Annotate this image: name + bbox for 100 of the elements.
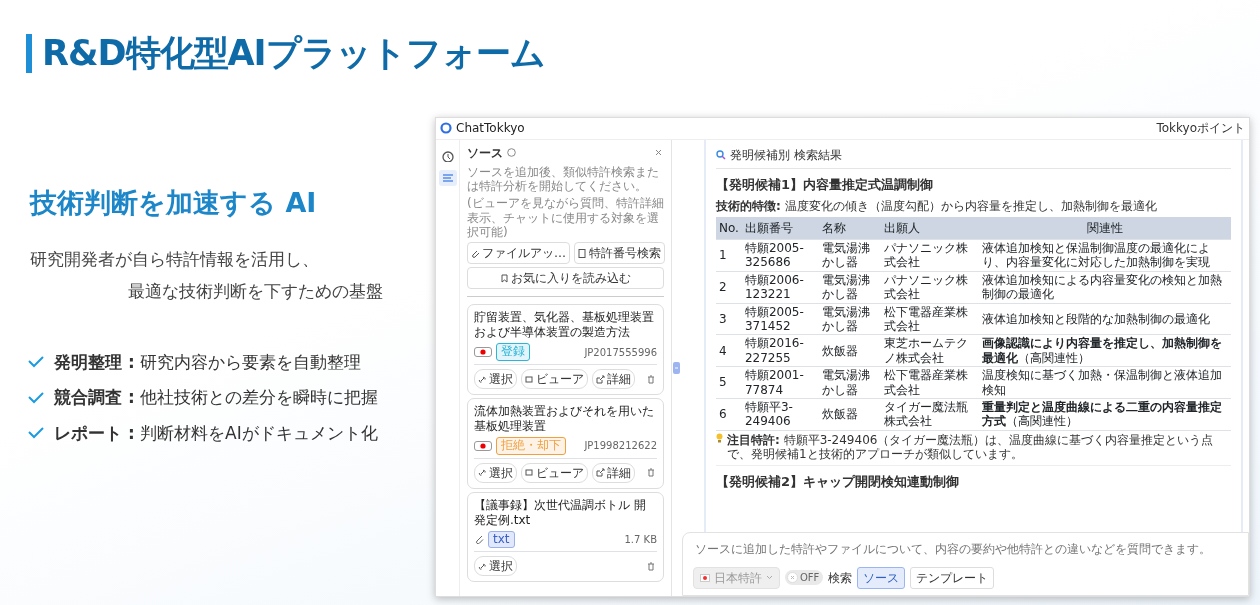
bookmark-icon bbox=[500, 273, 508, 283]
table-cell: 液体追加検知による内容量変化の検知と加熱制御の最適化 bbox=[978, 271, 1231, 304]
panel-title: ソース bbox=[467, 144, 503, 162]
points-label: Tokkyoポイント bbox=[1156, 120, 1245, 137]
check-icon bbox=[28, 356, 44, 369]
select-button[interactable]: 選択 bbox=[474, 369, 517, 390]
search-toggle[interactable]: OFF bbox=[785, 570, 824, 585]
external-link-icon bbox=[596, 468, 605, 478]
history-icon bbox=[440, 149, 455, 162]
details-button[interactable]: 詳細 bbox=[592, 369, 635, 390]
sources-button[interactable] bbox=[438, 169, 457, 186]
column-header: No. bbox=[716, 217, 742, 240]
hint-text: (ビューアを見ながら質問、特許詳細表示、チャットに使用する対象を選択可能) bbox=[467, 196, 664, 240]
source-card[interactable]: 流体加熱装置およびそれを用いた基板処理装置 拒絶・却下 JP1998212622 選択 ビューア 詳細 bbox=[467, 398, 664, 489]
table-cell: 電気湯沸かし器 bbox=[819, 366, 881, 399]
table-cell: 特願2005-371452 bbox=[741, 303, 820, 335]
candidate-heading: 【発明候補1】内容量推定式温調制御 bbox=[716, 175, 935, 194]
check-icon bbox=[28, 427, 44, 440]
table-cell: 電気湯沸かし器 bbox=[819, 303, 881, 335]
delete-button[interactable] bbox=[645, 466, 657, 480]
column-header: 出願人 bbox=[880, 217, 979, 240]
status-tag: 登録 bbox=[496, 343, 530, 362]
toggle-label: 検索 bbox=[828, 569, 853, 587]
logo-icon bbox=[440, 122, 452, 134]
feature-text: 技術的特徴: 温度変化の傾き（温度勾配）から内容量を推定し、加熱制御を最適化 bbox=[716, 198, 1158, 215]
select-button[interactable]: 選択 bbox=[474, 556, 517, 577]
table-cell: 2 bbox=[716, 271, 742, 304]
source-card[interactable]: 【議事録】次世代温調ボトル 開発定例.txt txt 1.7 KB 選択 bbox=[467, 491, 664, 583]
chat-tab[interactable]: テンプレート bbox=[910, 566, 995, 589]
select-button[interactable]: 選択 bbox=[474, 462, 517, 483]
flag-icon bbox=[700, 573, 710, 582]
column-header: 出願番号 bbox=[741, 217, 820, 240]
patent-search-button[interactable]: 特許番号検索 bbox=[574, 242, 665, 265]
table-cell: 松下電器産業株式会社 bbox=[880, 366, 979, 399]
table-cell: パナソニック株式会社 bbox=[880, 271, 979, 304]
results-heading: 発明候補別 検索結果 bbox=[730, 146, 842, 164]
table-cell: 6 bbox=[716, 398, 742, 431]
candidate-heading: 【発明候補2】キャップ開閉検知連動制御 bbox=[716, 473, 961, 492]
source-title: 【議事録】次世代温調ボトル 開発定例.txt bbox=[474, 497, 647, 528]
viewer-icon bbox=[525, 468, 534, 478]
lead-text: 研究開発者が自ら特許情報を活用し、 bbox=[30, 248, 320, 271]
table-cell: 松下電器産業株式会社 bbox=[880, 303, 979, 335]
source-card[interactable]: 貯留装置、気化器、基板処理装置および半導体装置の製造方法 登録 JP2017555996 選択 ビューア 詳細 bbox=[467, 304, 664, 396]
feature-text: 発明整理 : 研究内容から要素を自動整理 bbox=[54, 350, 362, 374]
flag-icon bbox=[478, 441, 488, 450]
table-cell: 画像認識により内容量を推定し、加熱制御を最適化（高関連性） bbox=[978, 334, 1231, 367]
flag-icon bbox=[478, 348, 488, 357]
resize-handle-icon[interactable] bbox=[672, 361, 680, 374]
table-cell: タイガー魔法瓶株式会社 bbox=[880, 398, 979, 431]
trash-icon bbox=[647, 561, 655, 571]
chevron-icon bbox=[766, 575, 773, 580]
chat-tab[interactable]: ソース bbox=[857, 566, 906, 589]
patent-number: JP1998212622 bbox=[584, 439, 657, 454]
patent-number: JP2017555996 bbox=[584, 345, 657, 360]
close-button[interactable] bbox=[653, 147, 664, 158]
file-size: 1.7 KB bbox=[624, 532, 657, 547]
file-upload-button[interactable]: ファイルアッ… bbox=[467, 242, 570, 265]
trash-icon bbox=[647, 468, 655, 478]
document-icon bbox=[578, 248, 586, 258]
source-title: 貯留装置、気化器、基板処理装置および半導体装置の製造方法 bbox=[474, 310, 655, 341]
table-cell: 液体追加検知と段階的な加熱制御の最適化 bbox=[978, 303, 1231, 335]
trash-icon bbox=[647, 374, 655, 384]
column-header: 名称 bbox=[819, 217, 881, 240]
table-cell: 4 bbox=[716, 334, 742, 367]
description-text: ソースを追加後、類似特許検索または特許分析を開始してください。 bbox=[467, 164, 660, 194]
table-cell: 重量判定と温度曲線による二重の内容量推定方式（高関連性） bbox=[978, 398, 1231, 431]
table-cell: 特願2001-77874 bbox=[741, 366, 820, 399]
table-cell: 電気湯沸かし器 bbox=[819, 239, 881, 272]
table-cell: 炊飯器 bbox=[819, 334, 881, 367]
check-icon bbox=[28, 391, 44, 404]
favorites-button[interactable]: お気に入りを読み込む bbox=[467, 267, 664, 290]
feature-text: 競合調査 : 他社技術との差分を瞬時に把握 bbox=[54, 386, 379, 410]
delete-button[interactable] bbox=[645, 372, 657, 386]
search-icon bbox=[716, 149, 726, 160]
app-name: ChatTokkyo bbox=[456, 120, 525, 137]
column-header: 関連性 bbox=[978, 217, 1231, 240]
source-title: 流体加熱装置およびそれを用いた基板処理装置 bbox=[474, 404, 655, 435]
viewer-button[interactable]: ビューア bbox=[521, 462, 588, 483]
table-cell: 3 bbox=[716, 303, 742, 335]
table-cell: 特願2006-123221 bbox=[741, 271, 820, 304]
viewer-button[interactable]: ビューア bbox=[521, 369, 588, 390]
external-link-icon bbox=[596, 374, 605, 384]
toggle-knob-icon bbox=[787, 572, 798, 583]
table-cell: パナソニック株式会社 bbox=[880, 239, 979, 272]
paperclip-icon bbox=[474, 534, 484, 545]
delete-button[interactable] bbox=[645, 559, 657, 573]
details-button[interactable]: 詳細 bbox=[592, 462, 635, 483]
lightbulb-icon bbox=[716, 432, 723, 443]
viewer-icon bbox=[525, 374, 534, 384]
page-title: R&D特化型AIプラットフォーム bbox=[26, 34, 545, 73]
lead-text: 最適な技術判断を下すための基盤 bbox=[127, 280, 384, 304]
table-cell: 5 bbox=[716, 366, 742, 399]
table-cell: 温度検知に基づく加熱・保温制御と液体追加検知 bbox=[978, 366, 1231, 399]
table-cell: 特願2005-325686 bbox=[741, 239, 820, 272]
chat-composer[interactable]: ソースに追加した特許やファイルについて、内容の要約や他特許との違いなどを質問できます。 日本特許 OFF 検索 ソース テンプレート bbox=[682, 531, 1249, 596]
feature-text: レポート : 判断材料をAIがドキュメント化 bbox=[54, 421, 378, 445]
close-icon bbox=[655, 149, 662, 156]
status-tag: 拒絶・却下 bbox=[496, 437, 566, 455]
table-cell: 特願平3-249406 bbox=[741, 398, 820, 431]
table-cell: 1 bbox=[716, 239, 742, 272]
